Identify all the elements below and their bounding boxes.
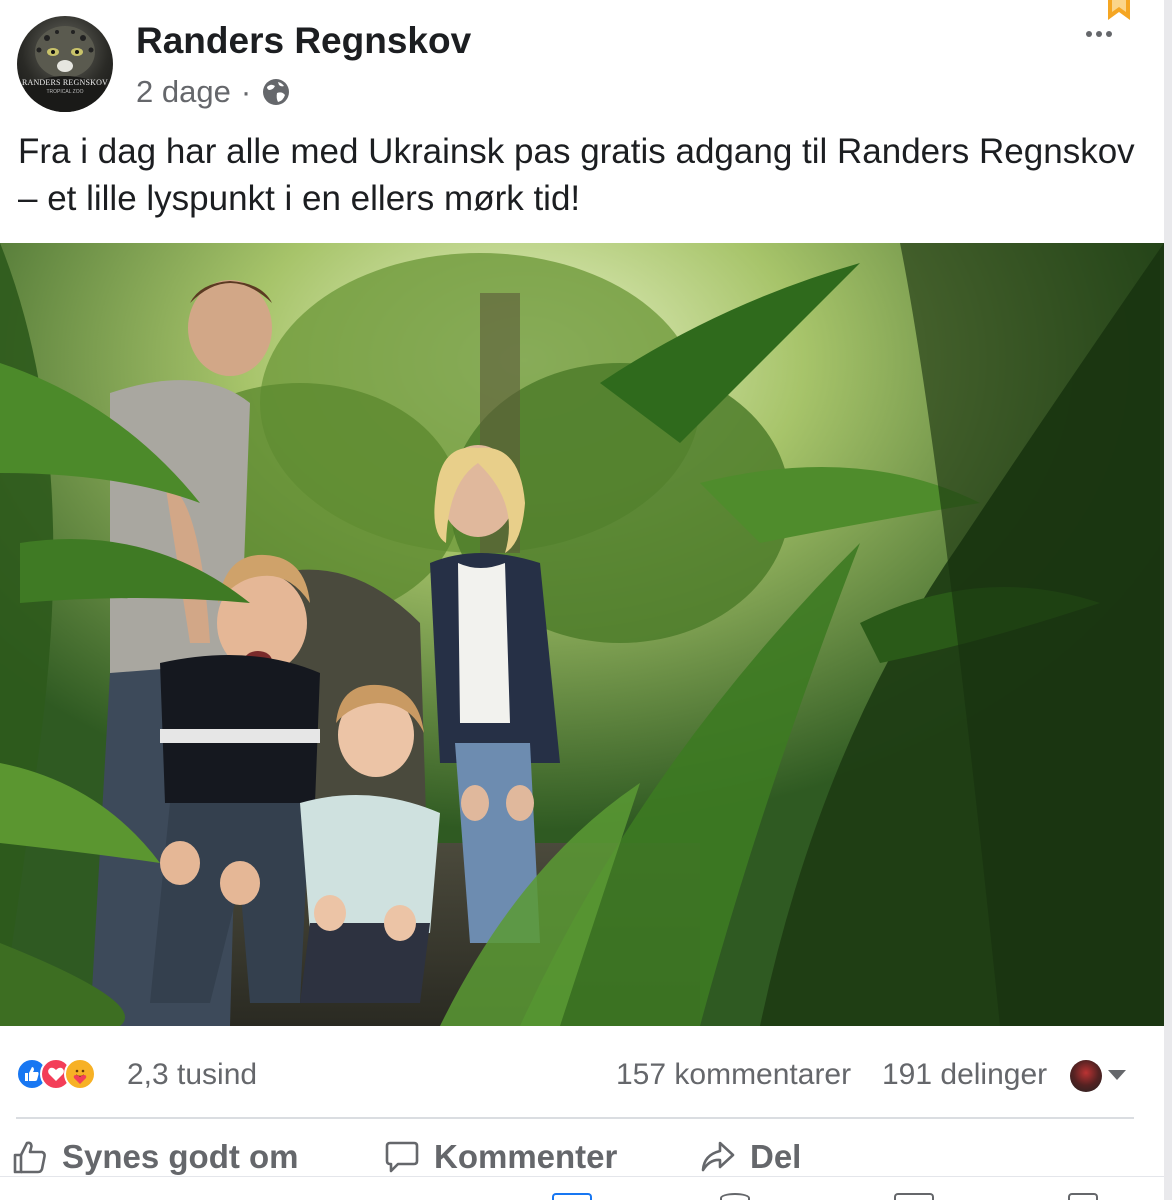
more-dots-icon <box>1086 31 1092 37</box>
avatar-sublabel: TROPICAL ZOO <box>46 89 84 95</box>
bottom-tab-bar <box>0 1176 1164 1200</box>
comment-bubble-icon <box>385 1141 419 1173</box>
share-as-avatar[interactable] <box>1070 1060 1102 1092</box>
comment-button[interactable]: Kommenter <box>384 1138 617 1176</box>
post-stats: 2,3 tusind 157 kommentarer 191 delinger <box>0 1050 1164 1102</box>
avatar-label: RANDERS REGNSKOV <box>21 78 109 87</box>
rainforest-family-image <box>0 243 1164 1026</box>
care-icon <box>64 1058 96 1090</box>
tab-friends[interactable] <box>720 1193 750 1200</box>
like-label: Synes godt om <box>62 1138 299 1175</box>
tab-watch[interactable] <box>894 1193 934 1200</box>
reaction-icons[interactable] <box>16 1058 96 1090</box>
page-avatar[interactable]: RANDERS REGNSKOV TROPICAL ZOO <box>17 16 113 112</box>
facebook-post: RANDERS REGNSKOV TROPICAL ZOO Randers Re… <box>0 0 1172 1200</box>
more-dot <box>1096 31 1102 37</box>
jaguar-logo-icon <box>25 26 105 112</box>
comments-count[interactable]: 157 kommentarer <box>616 1058 851 1092</box>
tab-marketplace[interactable] <box>1068 1193 1098 1200</box>
tab-home[interactable] <box>552 1193 592 1200</box>
actions-divider <box>16 1117 1134 1119</box>
share-label: Del <box>750 1138 802 1175</box>
comment-label: Kommenter <box>434 1138 618 1175</box>
reaction-count[interactable]: 2,3 tusind <box>127 1058 257 1092</box>
globe-icon <box>263 79 290 105</box>
share-button[interactable]: Del <box>700 1138 801 1176</box>
page-name-link[interactable]: Randers Regnskov <box>136 20 471 62</box>
more-dot <box>1106 31 1112 37</box>
post-header: RANDERS REGNSKOV TROPICAL ZOO Randers Re… <box>0 0 1164 120</box>
share-arrow-icon <box>701 1141 735 1172</box>
meta-separator: · <box>240 74 252 109</box>
post-meta: 2 dage · <box>136 74 291 110</box>
post-text: Fra i dag har alle med Ukrainsk pas grat… <box>18 132 1135 218</box>
chevron-down-icon[interactable] <box>1108 1070 1126 1080</box>
more-options-button[interactable] <box>1079 22 1119 46</box>
post-time[interactable]: 2 dage <box>136 74 231 110</box>
post-photo[interactable] <box>0 243 1164 1026</box>
scroll-edge <box>1164 0 1172 1200</box>
shares-count[interactable]: 191 delinger <box>882 1058 1047 1092</box>
thumbs-up-icon <box>13 1141 46 1174</box>
like-button[interactable]: Synes godt om <box>12 1138 299 1176</box>
